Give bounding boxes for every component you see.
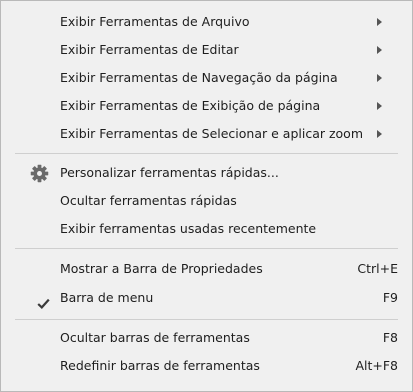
menu-item-customize-quick-tools[interactable]: Personalizar ferramentas rápidas...: [1, 159, 412, 187]
menu-item-show-select-zoom-tools[interactable]: Exibir Ferramentas de Selecionar e aplic…: [1, 120, 412, 148]
menu-item-menu-bar[interactable]: Barra de menu F9: [1, 284, 412, 312]
menu-item-label: Ocultar ferramentas rápidas: [60, 193, 237, 208]
shortcut-text: Ctrl+E: [357, 261, 398, 276]
menu-item-label: Exibir Ferramentas de Selecionar e aplic…: [60, 126, 363, 141]
submenu-arrow-icon: [375, 120, 383, 148]
menu-item-label: Exibir ferramentas usadas recentemente: [60, 221, 317, 236]
menu-item-label: Exibir Ferramentas de Exibição de página: [60, 98, 321, 113]
menu-item-label: Personalizar ferramentas rápidas...: [60, 165, 279, 180]
menu-item-show-edit-tools[interactable]: Exibir Ferramentas de Editar: [1, 36, 412, 64]
shortcut-text: F8: [382, 330, 398, 345]
menu-item-show-properties-bar[interactable]: Mostrar a Barra de Propriedades Ctrl+E: [1, 255, 412, 283]
checkmark-icon: [37, 292, 50, 309]
menu-item-reset-toolbars[interactable]: Redefinir barras de ferramentas Alt+F8: [1, 352, 412, 380]
menu-item-label: Redefinir barras de ferramentas: [60, 358, 260, 373]
menu-separator: [15, 248, 398, 249]
menu-item-hide-quick-tools[interactable]: Ocultar ferramentas rápidas: [1, 187, 412, 215]
menu-item-hide-toolbars[interactable]: Ocultar barras de ferramentas F8: [1, 324, 412, 352]
menu-item-label: Ocultar barras de ferramentas: [60, 330, 250, 345]
submenu-arrow-icon: [375, 36, 383, 64]
menu-item-show-page-navigation-tools[interactable]: Exibir Ferramentas de Navegação da págin…: [1, 64, 412, 92]
submenu-arrow-icon: [375, 64, 383, 92]
menu-item-label: Exibir Ferramentas de Editar: [60, 42, 239, 57]
shortcut-text: F9: [382, 290, 398, 305]
menu-item-label: Exibir Ferramentas de Navegação da págin…: [60, 70, 338, 85]
context-menu: Exibir Ferramentas de Arquivo Exibir Fer…: [0, 0, 413, 392]
menu-item-show-file-tools[interactable]: Exibir Ferramentas de Arquivo: [1, 8, 412, 36]
gear-icon: [30, 164, 49, 183]
menu-separator: [15, 319, 398, 320]
menu-item-show-page-display-tools[interactable]: Exibir Ferramentas de Exibição de página: [1, 92, 412, 120]
menu-item-label: Barra de menu: [60, 290, 154, 305]
shortcut-text: Alt+F8: [355, 358, 398, 373]
submenu-arrow-icon: [375, 8, 383, 36]
menu-separator: [15, 153, 398, 154]
submenu-arrow-icon: [375, 92, 383, 120]
menu-item-label: Mostrar a Barra de Propriedades: [60, 261, 263, 276]
menu-item-label: Exibir Ferramentas de Arquivo: [60, 14, 250, 29]
menu-item-show-recent-tools[interactable]: Exibir ferramentas usadas recentemente: [1, 215, 412, 243]
